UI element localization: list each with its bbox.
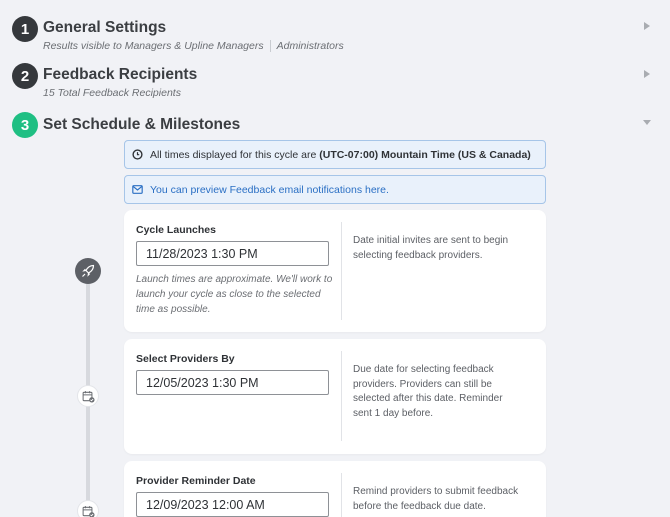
chevron-right-icon[interactable] <box>644 70 650 78</box>
milestone-description: Date initial invites are sent to begin s… <box>353 235 509 261</box>
step-title-feedback-recipients: Feedback Recipients <box>43 66 198 83</box>
rocket-icon <box>75 258 101 284</box>
launch-note: Launch times are approximate. We'll work… <box>136 274 333 315</box>
milestone-label: Select Providers By <box>136 353 235 365</box>
milestone-description: Remind providers to submit feedback befo… <box>353 486 519 512</box>
milestone-description: Due date for selecting feedback provider… <box>353 364 503 419</box>
calendar-check-icon <box>77 500 99 517</box>
administrators-text: Administrators <box>276 40 344 52</box>
visibility-text: Results visible to Managers & Upline Man… <box>43 40 264 52</box>
step-feedback-recipients[interactable]: 2 Feedback Recipients 15 Total Feedback … <box>0 58 670 108</box>
step-subtitle-feedback-recipients: 15 Total Feedback Recipients <box>43 87 181 99</box>
cycle-launch-date-input[interactable]: 11/28/2023 1:30 PM <box>136 241 329 266</box>
step-number-3: 3 <box>12 112 38 138</box>
select-providers-date-input[interactable]: 12/05/2023 1:30 PM <box>136 370 329 395</box>
clock-icon <box>132 149 143 160</box>
milestone-card-select-providers: Select Providers By 12/05/2023 1:30 PM D… <box>124 339 546 454</box>
step-number-1: 1 <box>12 16 38 42</box>
calendar-check-icon <box>77 385 99 407</box>
mail-icon <box>132 185 143 194</box>
step-title-schedule-milestones: Set Schedule & Milestones <box>43 116 241 133</box>
card-divider <box>341 222 342 320</box>
milestone-label: Provider Reminder Date <box>136 475 256 487</box>
divider <box>269 40 271 53</box>
milestone-label: Cycle Launches <box>136 224 216 236</box>
milestone-card-provider-reminder: Provider Reminder Date 12/09/2023 12:00 … <box>124 461 546 517</box>
card-divider <box>341 351 342 441</box>
step-title-general-settings: General Settings <box>43 19 167 36</box>
chevron-right-icon[interactable] <box>644 22 650 30</box>
step-general-settings[interactable]: 1 General Settings Results visible to Ma… <box>0 0 670 58</box>
preview-banner: You can preview Feedback email notificat… <box>124 175 546 204</box>
chevron-down-icon[interactable] <box>643 120 651 125</box>
timezone-text: All times displayed for this cycle are (… <box>150 148 531 161</box>
step-schedule-milestones[interactable]: 3 Set Schedule & Milestones <box>0 108 670 140</box>
step-subtitle-general-settings: Results visible to Managers & Upline Man… <box>43 40 344 53</box>
card-divider <box>341 473 342 517</box>
preview-notifications-link[interactable]: You can preview Feedback email notificat… <box>150 184 389 196</box>
timezone-banner: All times displayed for this cycle are (… <box>124 140 546 169</box>
step-number-2: 2 <box>12 63 38 89</box>
milestone-card-cycle-launches: Cycle Launches 11/28/2023 1:30 PM Launch… <box>124 210 546 332</box>
provider-reminder-date-input[interactable]: 12/09/2023 12:00 AM <box>136 492 329 517</box>
